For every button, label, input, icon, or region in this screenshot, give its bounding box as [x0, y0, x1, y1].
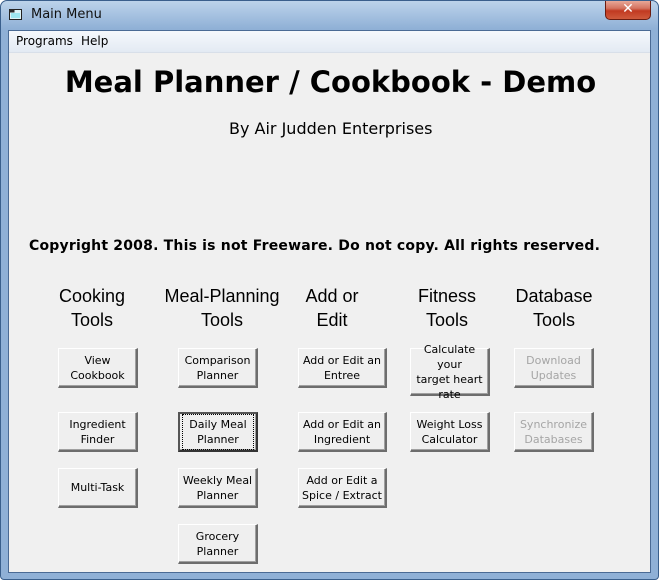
button-label: Synchronize Databases	[519, 417, 588, 446]
window-title: Main Menu	[31, 7, 102, 22]
view-cookbook-button[interactable]: View Cookbook	[58, 348, 138, 388]
comparison-planner-button[interactable]: Comparison Planner	[178, 348, 258, 388]
target-heart-rate-button[interactable]: Calculate your target heart rate	[410, 343, 490, 401]
button-label: Weekly Meal Planner	[182, 473, 253, 502]
database-tools-header: Database Tools	[515, 286, 593, 330]
button-label: Grocery Planner	[195, 529, 240, 558]
daily-meal-planner-button[interactable]: Daily Meal Planner	[178, 412, 258, 452]
download-updates-button[interactable]: Download Updates	[514, 348, 594, 388]
weight-loss-calculator-button[interactable]: Weight Loss Calculator	[410, 412, 490, 452]
menu-help[interactable]: Help	[81, 34, 108, 48]
cooking-tools-header: Cooking Tools	[58, 286, 126, 330]
grocery-planner-button[interactable]: Grocery Planner	[178, 524, 258, 564]
button-label: Daily Meal Planner	[182, 414, 254, 450]
add-edit-entree-button[interactable]: Add or Edit an Entree	[298, 348, 387, 388]
copyright-notice: Copyright 2008. This is not Freeware. Do…	[29, 238, 601, 254]
menu-bar: Programs Help	[9, 31, 650, 53]
client-area: Programs Help Meal Planner / Cookbook - …	[8, 30, 651, 573]
add-edit-ingredient-button[interactable]: Add or Edit an Ingredient	[298, 412, 387, 452]
meal-planning-tools-header: Meal-Planning Tools	[164, 286, 280, 330]
app-title: Meal Planner / Cookbook - Demo	[64, 65, 597, 99]
add-or-edit-header: Add or Edit	[305, 286, 359, 330]
fitness-tools-header: Fitness Tools	[417, 286, 477, 330]
title-bar[interactable]: Main Menu ✕	[1, 1, 658, 30]
button-label: Comparison Planner	[184, 353, 251, 382]
synchronize-databases-button[interactable]: Synchronize Databases	[514, 412, 594, 452]
weekly-meal-planner-button[interactable]: Weekly Meal Planner	[178, 468, 258, 508]
button-label: Weight Loss Calculator	[416, 417, 483, 446]
close-icon: ✕	[622, 1, 634, 17]
button-label: Ingredient Finder	[69, 417, 126, 446]
button-label: Download Updates	[526, 353, 581, 382]
main-menu-window: Main Menu ✕ Programs Help Meal Planner /…	[0, 0, 659, 580]
button-label: Add or Edit a Spice / Extract	[302, 473, 382, 502]
button-label: View Cookbook	[70, 353, 125, 382]
button-label: Add or Edit an Ingredient	[302, 417, 382, 446]
button-label: Add or Edit an Entree	[302, 353, 382, 382]
multi-task-button[interactable]: Multi-Task	[58, 468, 138, 508]
button-label: Multi-Task	[70, 481, 125, 494]
add-edit-spice-extract-button[interactable]: Add or Edit a Spice / Extract	[298, 468, 387, 508]
app-window-icon	[9, 9, 22, 20]
button-label: Calculate your target heart rate	[416, 342, 483, 401]
ingredient-finder-button[interactable]: Ingredient Finder	[58, 412, 138, 452]
close-button[interactable]: ✕	[605, 1, 651, 20]
menu-programs[interactable]: Programs	[16, 34, 73, 48]
app-subtitle: By Air Judden Enterprises	[229, 119, 433, 138]
